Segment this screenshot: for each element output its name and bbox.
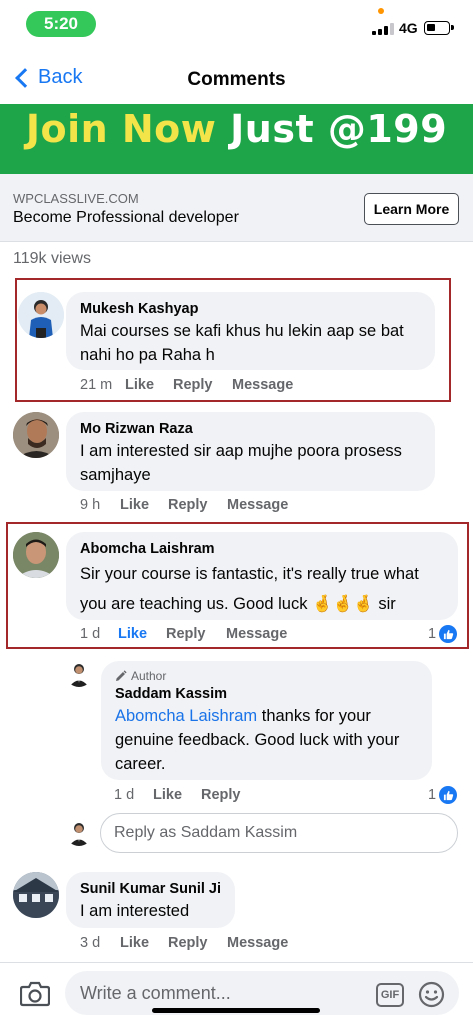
reply-button[interactable]: Reply [168,497,227,513]
reply-input[interactable]: Reply as Saddam Kassim [100,813,458,853]
reply-button[interactable]: Reply [201,787,241,803]
like-button[interactable]: Like [125,377,173,393]
comment-text: I am interested sir aap mujhe poora pros… [80,442,402,484]
view-count: 119k views [13,250,91,267]
avatar[interactable] [13,872,59,918]
like-button[interactable]: Like [153,787,201,803]
comment-bubble[interactable]: Mo Rizwan Raza I am interested sir aap m… [66,412,435,491]
reply-time: 1 d [114,787,135,803]
banner-text-white: Just @199 [230,107,448,151]
ad-domain: WPCLASSLIVE.COM [13,191,139,206]
comment-composer: Write a comment... GIF [0,962,473,1024]
status-bar: 5:20 4G [0,0,473,48]
learn-more-button[interactable]: Learn More [364,193,459,225]
comment-text: I am interested [80,902,190,920]
reaction-summary[interactable]: 1 [428,625,458,643]
battery-icon [424,21,454,35]
comment-author[interactable]: Abomcha Laishram [80,541,444,557]
reply-bubble[interactable]: Author Saddam Kassim Abomcha Laishram th… [101,661,432,780]
message-button[interactable]: Message [227,935,288,951]
reply-button[interactable]: Reply [168,935,227,951]
comment-bubble[interactable]: Sunil Kumar Sunil Ji I am interested [66,872,235,928]
comment-time: 3 d [80,935,101,951]
ad-headline: Become Professional developer [13,209,239,226]
message-button[interactable]: Message [227,497,288,513]
avatar[interactable] [66,661,92,687]
reply-button[interactable]: Reply [166,626,226,642]
pencil-icon [116,670,127,681]
avatar[interactable] [13,412,59,458]
like-button[interactable]: Like [120,935,168,951]
avatar [66,820,92,846]
reaction-count: 1 [428,787,437,803]
comment-actions: 3 d Like Reply Message [80,935,288,951]
reply-actions: 1 d Like Reply [114,787,241,803]
comment-time: 1 d [80,626,101,642]
comment-bubble[interactable]: Mukesh Kashyap Mai courses se kafi khus … [66,292,435,370]
reaction-count: 1 [428,626,437,642]
network-label: 4G [399,20,418,36]
nav-bar: Back Comments [0,56,473,104]
comment-time: 9 h [80,497,101,513]
mention-link[interactable]: Abomcha Laishram [115,707,257,725]
comment-time: 21 m [80,377,113,393]
message-button[interactable]: Message [226,626,287,642]
like-button[interactable]: Like [118,626,166,642]
comment-actions: 1 d Like Reply Message [80,626,287,642]
gif-icon[interactable]: GIF [376,983,404,1007]
banner-text-yellow: Join Now [25,107,217,151]
comment-author[interactable]: Mukesh Kashyap [80,301,421,317]
thumbs-up-icon [439,625,458,643]
avatar[interactable] [13,532,59,578]
comment-actions: 9 h Like Reply Message [80,497,288,513]
privacy-dot-icon [378,8,384,14]
ad-banner-image[interactable]: Join Now Just @199 [0,104,473,174]
reply-button[interactable]: Reply [173,377,232,393]
like-button[interactable]: Like [120,497,168,513]
comment-text-wrap: Sir your course is fantastic, it's reall… [80,559,444,619]
crossed-fingers-emoji: 🤞🤞🤞 [312,595,374,613]
author-badge: Author [115,669,418,683]
comment-author[interactable]: Sunil Kumar Sunil Ji [80,881,221,897]
smiley-icon[interactable] [418,981,445,1013]
comment-text-end: sir [378,595,396,613]
comment-actions: 21 m Like Reply Message [80,377,293,393]
thumbs-up-icon [439,786,458,804]
page-title: Comments [187,69,286,90]
signal-icon [372,23,394,35]
reply-author[interactable]: Saddam Kassim [115,686,418,702]
comment-text: Mai courses se kafi khus hu lekin aap se… [80,322,404,364]
comment-bubble[interactable]: Abomcha Laishram Sir your course is fant… [66,532,458,620]
status-time: 5:20 [26,11,96,37]
reply-text-wrap: Abomcha Laishram thanks for your genuine… [115,704,418,776]
avatar[interactable] [18,292,64,338]
author-tag-label: Author [131,669,167,683]
home-indicator [152,1008,320,1013]
message-button[interactable]: Message [232,377,293,393]
reaction-summary[interactable]: 1 [428,786,458,804]
camera-icon[interactable] [19,981,51,1012]
comment-author[interactable]: Mo Rizwan Raza [80,421,421,437]
